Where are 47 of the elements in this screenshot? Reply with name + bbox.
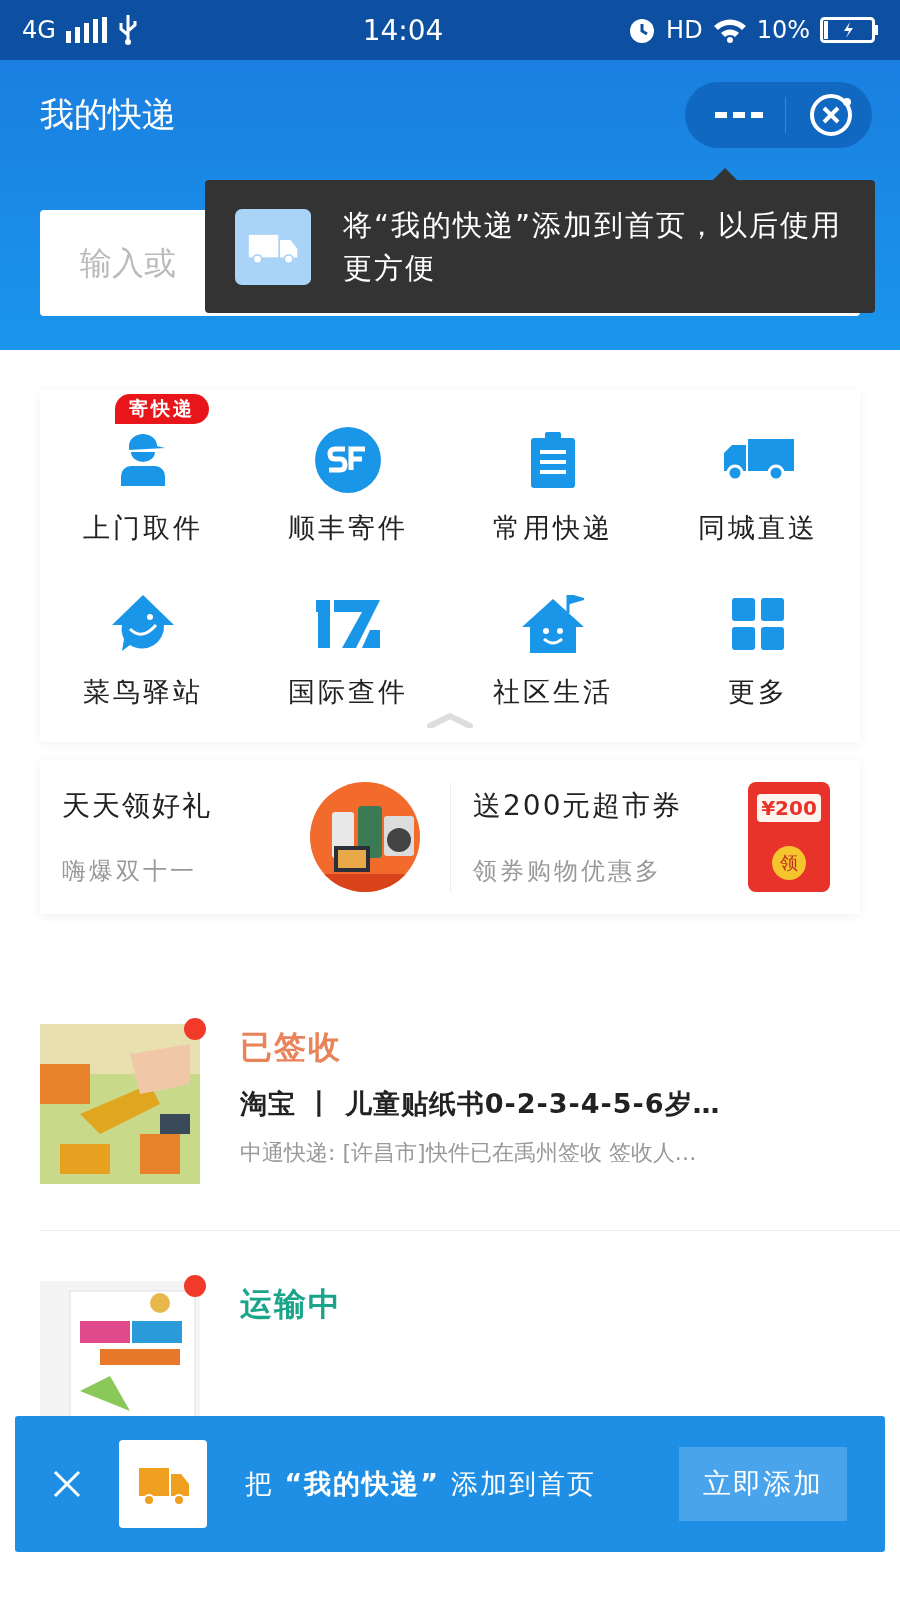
usb-icon: [117, 15, 138, 45]
network-type: 4G: [22, 16, 56, 44]
service-item[interactable]: 更多: [655, 558, 860, 710]
tracking-detail: 中通快递: [许昌市]快件已在禹州签收 签收人…: [240, 1139, 698, 1167]
promo-subtitle: 嗨爆双十一: [62, 856, 198, 887]
close-icon[interactable]: [808, 92, 854, 138]
promo-title: 送200元超市券: [473, 788, 683, 824]
clock-time: 14:04: [362, 13, 444, 47]
coupon-amount: ¥200: [757, 794, 821, 822]
battery-icon: [820, 17, 878, 43]
close-icon[interactable]: [53, 1470, 81, 1498]
battery-percent: 10%: [756, 16, 810, 44]
promo-subtitle: 领券购物优惠多: [473, 856, 663, 887]
truck-icon: [119, 1440, 207, 1528]
house-icon: [521, 595, 584, 653]
wifi-icon: [712, 17, 747, 43]
banner-text: 把 “我的快递” 添加到首页: [245, 1466, 597, 1501]
truck-icon: [721, 439, 794, 481]
coupon-label: 领: [772, 846, 806, 880]
alarm-icon: [628, 16, 657, 44]
signal-icon: [65, 17, 108, 43]
service-item[interactable]: 寄快递 上门取件: [40, 394, 245, 546]
service-item[interactable]: 菜鸟驿站: [40, 558, 245, 710]
seventeen-logo-icon: [315, 600, 380, 648]
package-item[interactable]: 已签收 淘宝 丨 儿童贴纸书0-2-3-4-5-6岁… 中通快递: [许昌市]快件已在禹州签收 签收人…: [40, 974, 900, 1231]
promo-title: 天天领好礼: [62, 788, 212, 824]
service-item[interactable]: 常用快递: [450, 394, 655, 546]
badge: 寄快递: [114, 394, 209, 424]
promo-tile[interactable]: 天天领好礼 嗨爆双十一: [40, 782, 450, 892]
hd-label: HD: [666, 16, 703, 44]
grid-icon: [731, 598, 784, 650]
clipboard-icon: [530, 432, 575, 488]
more-icon[interactable]: [715, 110, 763, 120]
service-item[interactable]: 国际查件: [245, 558, 450, 710]
delivery-status: 已签收: [240, 1027, 343, 1068]
search-input[interactable]: 输入或: [80, 244, 200, 282]
tooltip-text: 将“我的快递”添加到首页，以后使用更方便: [343, 207, 844, 287]
page-title: 我的快递: [40, 93, 176, 136]
service-item[interactable]: 同城直送: [655, 394, 860, 546]
courier-icon: [118, 434, 167, 486]
package-title: 淘宝 丨 儿童贴纸书0-2-3-4-5-6岁…: [240, 1087, 721, 1121]
service-item[interactable]: 顺丰寄件: [245, 394, 450, 546]
service-item[interactable]: 社区生活: [450, 558, 655, 710]
promo-tile[interactable]: 送200元超市券 领券购物优惠多 ¥200 领: [450, 782, 860, 892]
delivery-status: 运输中: [240, 1284, 342, 1325]
bird-icon: [111, 595, 174, 653]
sf-logo-icon: [314, 427, 381, 493]
